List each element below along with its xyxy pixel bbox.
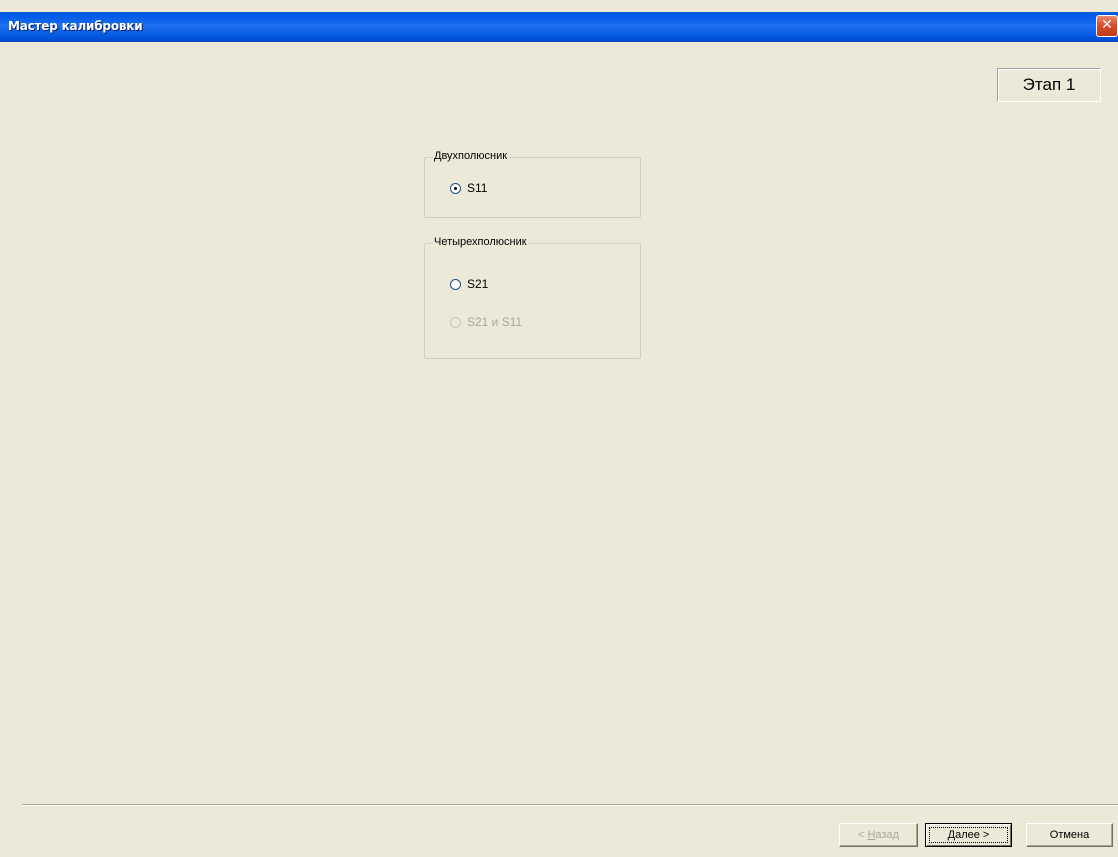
footer-separator — [22, 804, 1118, 806]
focus-rectangle: Далее > — [929, 827, 1008, 843]
calibration-wizard-window: Мастер калибровки ✕ Этап 1 Двухполюсник … — [0, 0, 1118, 857]
radio-option-s11[interactable]: S11 — [450, 181, 487, 195]
back-rest: азад — [875, 829, 899, 841]
radio-label: S21 и S11 — [467, 315, 523, 329]
title-bar[interactable]: Мастер калибровки ✕ — [0, 12, 1118, 42]
stage-indicator: Этап 1 — [997, 68, 1101, 102]
groupbox-legend-two-pole: Двухполюсник — [433, 150, 509, 162]
radio-label: S11 — [467, 181, 488, 195]
groupbox-legend-four-pole: Четырехполюсник — [433, 236, 528, 248]
next-button[interactable]: Далее > — [925, 823, 1012, 847]
radio-option-s21-s11: S21 и S11 — [450, 315, 522, 329]
window-title: Мастер калибровки — [8, 19, 143, 33]
radio-option-s21[interactable]: S21 — [450, 277, 488, 291]
radio-button[interactable] — [450, 278, 461, 290]
top-strip — [0, 0, 1118, 12]
four-port-groupbox: Четырехполюсник — [424, 236, 641, 359]
radio-button-disabled — [450, 316, 461, 328]
next-hotkey: Д — [947, 829, 956, 841]
cancel-button[interactable]: Отмена — [1026, 823, 1113, 847]
radio-button-checked[interactable] — [450, 182, 461, 194]
back-button: < Назад — [839, 823, 918, 847]
radio-label: S21 — [467, 277, 489, 291]
close-icon[interactable]: ✕ — [1096, 15, 1118, 37]
next-rest: алее > — [955, 829, 990, 841]
